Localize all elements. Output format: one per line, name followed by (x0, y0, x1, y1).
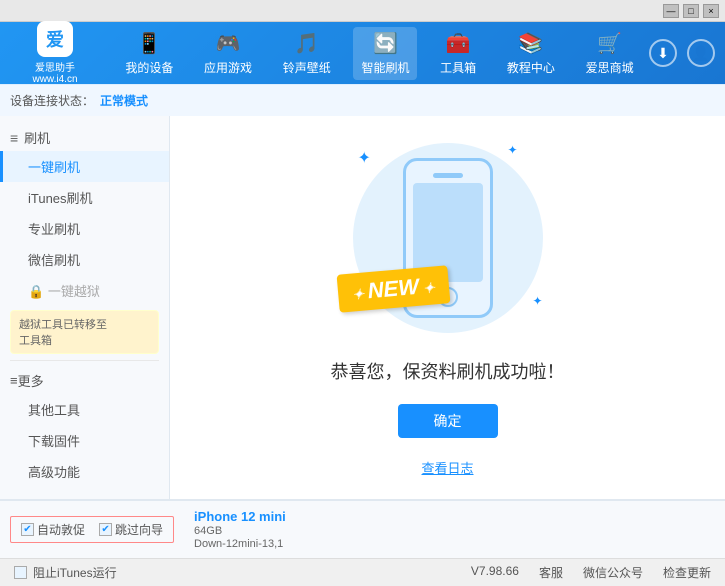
sidebar-divider (10, 360, 159, 361)
footer-left: 阻止iTunes运行 (14, 564, 117, 581)
sidebar-item-other-tools[interactable]: 其他工具 (0, 394, 169, 425)
confirm-button[interactable]: 确定 (398, 404, 498, 438)
header-right: ⬇ 👤 (649, 39, 715, 67)
success-message: 恭喜您，保资料刷机成功啦！ (331, 358, 565, 384)
nav-my-device-label: 我的设备 (125, 59, 173, 76)
sidebar-item-itunes-flash[interactable]: iTunes刷机 (0, 182, 169, 213)
maximize-button[interactable]: □ (683, 4, 699, 18)
sidebar-section-flash[interactable]: ≡ 刷机 (0, 124, 169, 151)
nav-tutorial-label: 教程中心 (507, 59, 555, 76)
nav-my-device[interactable]: 📱 我的设备 (117, 27, 181, 80)
nav-smart-flash[interactable]: 🔄 智能刷机 (353, 27, 417, 80)
goto-log-link[interactable]: 查看日志 (421, 458, 473, 477)
close-button[interactable]: × (703, 4, 719, 18)
tutorial-icon: 📚 (518, 31, 543, 56)
checkbox-row: ✔ 自动敦促 ✔ 跳过向导 (10, 516, 174, 543)
ringtone-icon: 🎵 (294, 31, 319, 56)
device-model: Down-12mini-13,1 (194, 538, 286, 550)
sidebar-item-pro-flash[interactable]: 专业刷机 (0, 213, 169, 244)
footer-bar: 阻止iTunes运行 V7.98.66 客服 微信公众号 检查更新 (0, 558, 725, 586)
skip-wizard-checkbox-item[interactable]: ✔ 跳过向导 (99, 521, 163, 538)
auto-urge-checkbox-item[interactable]: ✔ 自动敦促 (21, 521, 85, 538)
nav-ringtone[interactable]: 🎵 铃声壁纸 (275, 27, 339, 80)
sparkle-icon-1: ✦ (358, 148, 371, 168)
itunes-block-label: 阻止iTunes运行 (33, 564, 117, 581)
nav-toolbox[interactable]: 🧰 工具箱 (432, 27, 484, 80)
sidebar-item-wechat-flash[interactable]: 微信刷机 (0, 244, 169, 275)
nav-toolbox-label: 工具箱 (440, 59, 476, 76)
user-button[interactable]: 👤 (687, 39, 715, 67)
title-bar: — □ × (0, 0, 725, 22)
wechat-public-link[interactable]: 微信公众号 (583, 564, 643, 581)
sidebar-section-more-label: 更多 (18, 371, 44, 390)
auto-urge-label: 自动敦促 (37, 521, 85, 538)
sidebar: ≡ 刷机 一键刷机 iTunes刷机 专业刷机 微信刷机 🔒 一键越狱 越狱工具… (0, 116, 170, 499)
window-controls: — □ × (663, 4, 719, 18)
bottom-section: ✔ 自动敦促 ✔ 跳过向导 iPhone 12 mini 64GB Down-1… (0, 499, 725, 558)
nav-app-game-label: 应用游戏 (204, 59, 252, 76)
auto-urge-checkbox[interactable]: ✔ (21, 523, 34, 536)
check-update-link[interactable]: 检查更新 (663, 564, 711, 581)
logo-icon: 爱 (37, 21, 73, 57)
version-label: V7.98.66 (471, 564, 519, 581)
device-name: iPhone 12 mini (194, 509, 286, 524)
phone-speaker (433, 173, 463, 178)
status-mode: 正常模式 (100, 92, 148, 109)
sidebar-section-flash-label: 刷机 (24, 128, 50, 147)
nav-smart-flash-label: 智能刷机 (361, 59, 409, 76)
app-game-icon: 🎮 (216, 31, 241, 56)
nav-ringtone-label: 铃声壁纸 (283, 59, 331, 76)
nav-app-game[interactable]: 🎮 应用游戏 (196, 27, 260, 80)
my-device-icon: 📱 (137, 31, 162, 56)
logo-url: www.i4.cn (32, 74, 77, 85)
sidebar-item-onekey-flash[interactable]: 一键刷机 (0, 151, 169, 182)
sparkle-icon-2: ✦ (507, 143, 517, 157)
sparkle-icon-3: ✦ (532, 294, 542, 308)
sidebar-section-more[interactable]: ≡ 更多 (0, 367, 169, 394)
skip-wizard-label: 跳过向导 (115, 521, 163, 538)
device-info-row: iPhone 12 mini 64GB Down-12mini-13,1 (184, 505, 296, 554)
more-section-icon: ≡ (10, 373, 18, 388)
nav-bar: 📱 我的设备 🎮 应用游戏 🎵 铃声壁纸 🔄 智能刷机 🧰 工具箱 📚 教程中心… (110, 27, 649, 80)
main-area: ≡ 刷机 一键刷机 iTunes刷机 专业刷机 微信刷机 🔒 一键越狱 越狱工具… (0, 116, 725, 499)
nav-store-label: 爱思商城 (586, 59, 634, 76)
lock-icon: 🔒 (28, 284, 48, 299)
toolbox-icon: 🧰 (446, 31, 471, 56)
nav-tutorial[interactable]: 📚 教程中心 (499, 27, 563, 80)
sidebar-item-jailbreak: 🔒 一键越狱 (0, 275, 169, 306)
logo-area: 爱 爱思助手 www.i4.cn (10, 21, 100, 85)
download-button[interactable]: ⬇ (649, 39, 677, 67)
logo-text: 爱思助手 (35, 59, 75, 74)
sidebar-item-advanced[interactable]: 高级功能 (0, 456, 169, 487)
sidebar-item-download-firmware[interactable]: 下载固件 (0, 425, 169, 456)
skip-wizard-checkbox[interactable]: ✔ (99, 523, 112, 536)
store-icon: 🛒 (597, 31, 622, 56)
smart-flash-icon: 🔄 (373, 31, 398, 56)
success-illustration: NEW ✦ ✦ ✦ (348, 138, 548, 338)
customer-service-link[interactable]: 客服 (539, 564, 563, 581)
itunes-block-checkbox[interactable] (14, 566, 27, 579)
flash-section-icon: ≡ (10, 130, 18, 146)
header: 爱 爱思助手 www.i4.cn 📱 我的设备 🎮 应用游戏 🎵 铃声壁纸 🔄 … (0, 22, 725, 84)
device-storage: 64GB (194, 525, 286, 537)
content-panel: NEW ✦ ✦ ✦ 恭喜您，保资料刷机成功啦！ 确定 查看日志 (170, 116, 725, 499)
status-bar: 设备连接状态： 正常模式 (0, 84, 725, 116)
nav-store[interactable]: 🛒 爱思商城 (578, 27, 642, 80)
status-label: 设备连接状态： (10, 92, 94, 109)
footer-right: V7.98.66 客服 微信公众号 检查更新 (471, 564, 711, 581)
sidebar-jailbreak-notice: 越狱工具已转移至 工具箱 (10, 310, 159, 354)
minimize-button[interactable]: — (663, 4, 679, 18)
